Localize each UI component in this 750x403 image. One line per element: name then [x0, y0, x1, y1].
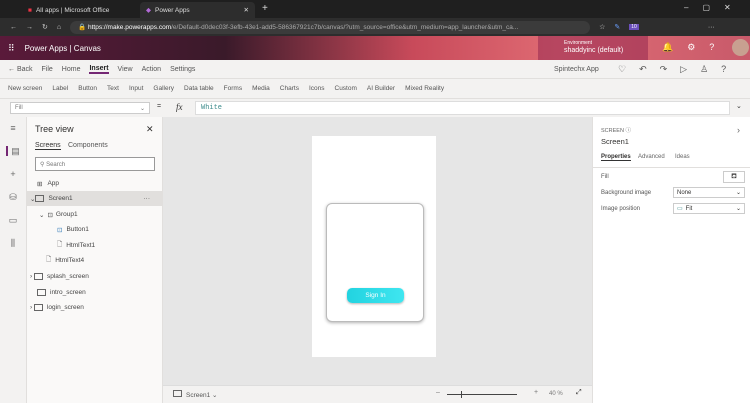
data-table-button[interactable]: Data table [184, 85, 214, 92]
input-button[interactable]: Input [129, 85, 143, 92]
extension-badge[interactable]: 10 [629, 24, 639, 30]
gallery-button[interactable]: Gallery [153, 85, 174, 92]
tab-ideas[interactable]: Ideas [675, 154, 690, 160]
tab-advanced[interactable]: Advanced [638, 154, 665, 160]
office-icon: ■ [28, 6, 32, 14]
panel-title: Tree view [35, 124, 74, 134]
menu-home[interactable]: Home [62, 66, 81, 73]
forms-button[interactable]: Forms [224, 85, 242, 92]
back-icon[interactable]: ← [10, 24, 17, 31]
app-actions[interactable]: ♡↶↷▷♙? [618, 64, 739, 75]
menu-action[interactable]: Action [142, 66, 161, 73]
new-tab-button[interactable]: + [262, 3, 268, 14]
zoom-in-button[interactable]: + [534, 389, 538, 396]
ai-builder-button[interactable]: AI Builder [367, 85, 395, 92]
zoom-out-button[interactable]: – [436, 389, 440, 396]
tree-item-splash-screen[interactable]: › splash_screen [27, 269, 162, 284]
menu-insert[interactable]: Insert [89, 65, 109, 74]
canvas-status-bar: Screen1 ⌄ – + 40 % ⤢ [163, 385, 592, 403]
url-input[interactable]: 🔒 https://make.powerapps.com/e/Default-d… [70, 20, 591, 34]
formula-bar: Fill ⌄ = fx White ⌄ [0, 98, 750, 117]
app-name: Spintechx App [554, 65, 599, 73]
mixed-reality-button[interactable]: Mixed Reality [405, 85, 444, 92]
tab-properties[interactable]: Properties [601, 154, 631, 161]
control-name: Screen1 [601, 137, 629, 146]
formula-input[interactable]: White [195, 101, 730, 115]
favorite-icon[interactable]: ☆ [599, 23, 605, 31]
fill-color-picker[interactable]: ⛾ [723, 171, 745, 183]
new-screen-button[interactable]: New screen [8, 85, 42, 92]
properties-panel: SCREEN ⓘ › Screen1 Properties Advanced I… [592, 117, 750, 403]
tree-item-htmltext1[interactable]: 🗋 HtmlText1 [27, 238, 162, 253]
window-controls[interactable]: –▢✕ [684, 3, 745, 12]
charts-button[interactable]: Charts [280, 85, 299, 92]
tree-item-intro-screen[interactable]: intro_screen [27, 285, 162, 300]
control-type: SCREEN ⓘ [601, 128, 631, 134]
tree-item-group1[interactable]: ⌄ ⊡ Group1 [27, 207, 162, 222]
sign-in-card[interactable]: Sign In [326, 203, 424, 322]
insert-toolbar: New screen Label Button Text Input Galle… [0, 78, 750, 98]
zoom-level: 40 % [549, 391, 563, 397]
forward-icon[interactable]: → [26, 24, 33, 31]
tree-item-login-screen[interactable]: › login_screen [27, 300, 162, 315]
text-button[interactable]: Text [107, 85, 119, 92]
tab-office[interactable]: ■ All apps | Microsoft Office [22, 2, 122, 18]
avatar[interactable] [732, 39, 749, 56]
media-button[interactable]: Media [252, 85, 270, 92]
tab-screens[interactable]: Screens [35, 142, 61, 150]
expand-icon[interactable]: ⌄ [736, 102, 742, 110]
tree-item-htmltext4[interactable]: 🗋 HtmlText4 [27, 253, 162, 268]
fx-button[interactable]: fx [176, 102, 183, 112]
close-icon[interactable]: ✕ [244, 6, 249, 14]
custom-button[interactable]: Custom [335, 85, 357, 92]
design-canvas[interactable]: Sign In [163, 117, 592, 385]
screen-preview[interactable]: Sign In [312, 136, 436, 357]
sign-in-button[interactable]: Sign In [347, 288, 404, 303]
fit-screen-icon[interactable]: ⤢ [576, 389, 582, 397]
tree-view-panel: Tree view ✕ Screens Components ⚲ Search … [27, 117, 163, 403]
tab-power-apps[interactable]: ◆ Power Apps ✕ [140, 2, 255, 18]
image-position-select[interactable]: ▭ Fit ⌄ [673, 203, 745, 214]
button-button[interactable]: Button [78, 85, 97, 92]
rail-icons[interactable]: ≡ ▤ + ⛁ ▭ ⫼ [0, 117, 26, 255]
property-select[interactable]: Fill ⌄ [10, 102, 150, 114]
back-button[interactable]: ← Back [8, 66, 33, 73]
header-icons[interactable]: 🔔⚙? [662, 42, 728, 53]
tree-item-screen1[interactable]: ⌄ Screen1 ··· [27, 191, 162, 206]
environment-picker[interactable]: Environment shaddyinc (default) [538, 36, 648, 60]
menu-settings[interactable]: Settings [170, 66, 195, 73]
close-icon[interactable]: ✕ [146, 124, 154, 135]
menu-file[interactable]: File [42, 66, 53, 73]
screen-select[interactable]: Screen1 ⌄ [173, 390, 217, 399]
home-icon[interactable]: ⌂ [57, 24, 61, 31]
refresh-icon[interactable]: ↻ [42, 23, 48, 31]
left-rail: ≡ ▤ + ⛁ ▭ ⫼ [0, 117, 27, 403]
app-title: Power Apps | Canvas [24, 43, 101, 53]
powerapps-icon: ◆ [146, 7, 151, 14]
label-button[interactable]: Label [52, 85, 68, 92]
tab-components[interactable]: Components [68, 142, 108, 149]
pen-icon[interactable]: ✎ [614, 23, 620, 31]
search-input[interactable]: ⚲ Search [35, 157, 155, 171]
more-icon[interactable]: ··· [708, 24, 715, 31]
background-image-select[interactable]: None ⌄ [673, 187, 745, 198]
browser-tab-bar: ■ All apps | Microsoft Office ◆ Power Apps… [0, 0, 750, 18]
waffle-icon[interactable]: ⠿ [8, 43, 15, 54]
collapse-icon[interactable]: › [737, 125, 740, 135]
zoom-slider[interactable] [447, 391, 517, 398]
icons-button[interactable]: Icons [309, 85, 325, 92]
menu-view[interactable]: View [118, 66, 133, 73]
menu-bar: ← Back File Home Insert View Action Sett… [0, 60, 750, 78]
tree-item-app[interactable]: ⊞ App [27, 176, 162, 191]
address-bar: ← → ↻ ⌂ 🔒 https://make.powerapps.com/e/Defa… [0, 18, 750, 36]
tree-item-button1[interactable]: ⊡ Button1 [27, 222, 162, 237]
